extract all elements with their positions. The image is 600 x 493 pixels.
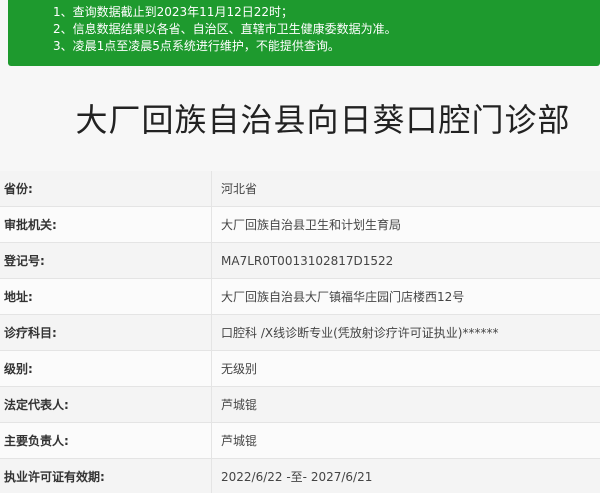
row-label: 地址: <box>0 279 212 314</box>
row-value: 口腔科 /X线诊断专业(凭放射诊疗许可证执业)****** <box>221 326 499 340</box>
info-row-level: 级别: 无级别 <box>0 351 600 387</box>
row-value: MA7LR0T0013102817D1522 <box>221 253 394 268</box>
row-label: 级别: <box>0 351 212 386</box>
notice-line: 1、查询数据截止到2023年11月12日22时； <box>53 5 293 19</box>
page-title: 大厂回族自治县向日葵口腔门诊部 <box>75 101 571 139</box>
info-table: 省份: 河北省 审批机关: 大厂回族自治县卫生和计划生育局 登记号: MA7LR… <box>0 171 600 493</box>
notice-banner: 1、查询数据截止到2023年11月12日22时； 2、信息数据结果以各省、自治区… <box>8 0 600 66</box>
info-row-principal: 主要负责人: 芦城锟 <box>0 423 600 459</box>
row-label: 登记号: <box>0 243 212 278</box>
info-row-address: 地址: 大厂回族自治县大厂镇福华庄园门店楼西12号 <box>0 279 600 315</box>
row-value: 河北省 <box>221 182 258 196</box>
info-row-license-validity: 执业许可证有效期: 2022/6/22 -至- 2027/6/21 <box>0 459 600 493</box>
notice-line: 2、信息数据结果以各省、自治区、直辖市卫生健康委数据为准。 <box>53 22 397 36</box>
row-value: 大厂回族自治县卫生和计划生育局 <box>221 218 402 232</box>
row-label: 省份: <box>0 171 212 206</box>
row-value: 无级别 <box>221 362 258 376</box>
row-value: 芦城锟 <box>221 434 258 448</box>
row-label: 法定代表人: <box>0 387 212 422</box>
info-row-registration-number: 登记号: MA7LR0T0013102817D1522 <box>0 243 600 279</box>
page: 1、查询数据截止到2023年11月12日22时； 2、信息数据结果以各省、自治区… <box>0 0 600 493</box>
row-label: 执业许可证有效期: <box>0 459 212 493</box>
info-row-legal-representative: 法定代表人: 芦城锟 <box>0 387 600 423</box>
info-row-approval-authority: 审批机关: 大厂回族自治县卫生和计划生育局 <box>0 207 600 243</box>
row-value: 2022/6/22 -至- 2027/6/21 <box>221 470 373 484</box>
row-value: 芦城锟 <box>221 398 258 412</box>
row-label: 诊疗科目: <box>0 315 212 350</box>
info-row-province: 省份: 河北省 <box>0 171 600 207</box>
row-label: 主要负责人: <box>0 423 212 458</box>
notice-line: 3、凌晨1点至凌晨5点系统进行维护，不能提供查询。 <box>53 39 340 53</box>
info-row-departments: 诊疗科目: 口腔科 /X线诊断专业(凭放射诊疗许可证执业)****** <box>0 315 600 351</box>
row-label: 审批机关: <box>0 207 212 242</box>
row-value: 大厂回族自治县大厂镇福华庄园门店楼西12号 <box>221 290 465 304</box>
